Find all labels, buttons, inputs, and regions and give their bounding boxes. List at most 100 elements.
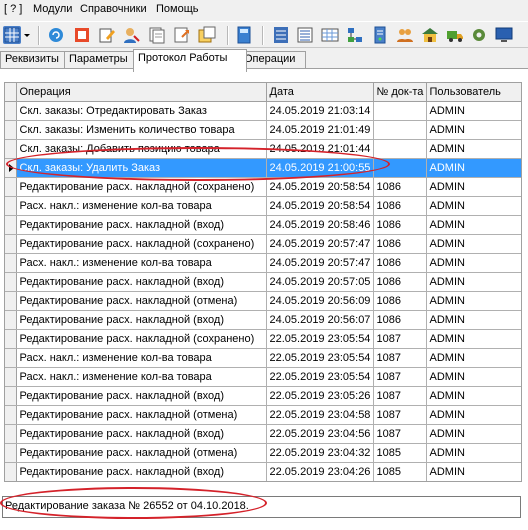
cell-operation: Редактирование расх. накладной (отмена) <box>16 443 267 463</box>
cell-doc-number: 1086 <box>373 291 427 311</box>
menu-modules[interactable]: Модули <box>33 3 72 15</box>
table-row[interactable]: Редактирование расх. накладной (вход) 24.… <box>5 272 521 292</box>
cell-doc-number: 1087 <box>373 367 427 387</box>
cell-operation: Расх. накл.: изменение кол-ва товара <box>16 348 267 368</box>
table-row[interactable]: Редактирование расх. накладной (вход) 22.… <box>5 386 521 406</box>
cell-doc-number: 1086 <box>373 272 427 292</box>
report-icon[interactable] <box>73 26 91 44</box>
row-indicator <box>5 215 17 235</box>
table-row[interactable]: Скл. заказы: Отредактировать Заказ 24.05.… <box>5 101 521 121</box>
tab-strip: Реквизиты Параметры Протокол Работы Опер… <box>0 49 528 72</box>
cell-date: 24.05.2019 20:57:47 <box>266 234 374 254</box>
work-log-grid[interactable]: Операция Дата № док-та Пользователь Скл.… <box>4 82 522 482</box>
cell-operation: Скл. заказы: Добавить позицию товара <box>16 139 267 159</box>
cell-doc-number <box>373 158 427 178</box>
cell-doc-number: 1087 <box>373 405 427 425</box>
users-icon[interactable] <box>396 26 414 44</box>
column-header-doc-number[interactable]: № док-та <box>373 83 427 102</box>
cell-doc-number: 1087 <box>373 348 427 368</box>
cell-date: 24.05.2019 20:56:07 <box>266 310 374 330</box>
table-row[interactable]: Редактирование расх. накладной (отмена) 2… <box>5 291 521 311</box>
table-row[interactable]: Редактирование расх. накладной (вход) 24.… <box>5 310 521 330</box>
table-row[interactable]: Расх. накл.: изменение кол-ва товара 22.0… <box>5 367 521 387</box>
server-icon[interactable] <box>371 26 389 44</box>
table-icon[interactable] <box>321 26 339 44</box>
cell-date: 24.05.2019 20:58:54 <box>266 196 374 216</box>
row-indicator <box>5 443 17 463</box>
cell-user: ADMIN <box>426 158 521 178</box>
cell-operation: Редактирование расх. накладной (вход) <box>16 462 267 481</box>
settings-icon[interactable] <box>470 26 488 44</box>
shop-icon[interactable] <box>421 26 439 44</box>
dropdown-arrow-icon[interactable] <box>22 26 32 44</box>
table-row[interactable]: Скл. заказы: Удалить Заказ 24.05.2019 21:… <box>5 158 521 178</box>
monitor-icon[interactable] <box>495 26 513 44</box>
refresh-icon[interactable] <box>47 26 65 44</box>
menu-directories[interactable]: Справочники <box>80 3 147 15</box>
cell-doc-number: 1085 <box>373 462 427 481</box>
row-indicator <box>5 101 17 121</box>
list-icon[interactable] <box>296 26 314 44</box>
table-row[interactable]: Редактирование расх. накладной (вход) 24.… <box>5 215 521 235</box>
register-icon[interactable] <box>272 26 290 44</box>
cell-date: 22.05.2019 23:05:54 <box>266 367 374 387</box>
table-row[interactable]: Редактирование расх. накладной (вход) 22.… <box>5 462 521 481</box>
cell-date: 24.05.2019 20:57:05 <box>266 272 374 292</box>
cell-date: 24.05.2019 21:00:55 <box>266 158 374 178</box>
cell-user: ADMIN <box>426 215 521 235</box>
cell-doc-number <box>373 101 427 121</box>
cell-operation: Редактирование расх. накладной (вход) <box>16 424 267 444</box>
cell-user: ADMIN <box>426 310 521 330</box>
table-row[interactable]: Редактирование расх. накладной (сохранен… <box>5 177 521 197</box>
cell-date: 22.05.2019 23:04:56 <box>266 424 374 444</box>
grid-icon[interactable] <box>3 26 21 44</box>
cell-doc-number: 1086 <box>373 177 427 197</box>
table-row[interactable]: Расх. накл.: изменение кол-ва товара 24.0… <box>5 253 521 273</box>
cell-operation: Редактирование расх. накладной (вход) <box>16 386 267 406</box>
table-row[interactable]: Расх. накл.: изменение кол-ва товара 22.0… <box>5 348 521 368</box>
user-icon[interactable] <box>122 26 140 44</box>
column-header-user[interactable]: Пользователь <box>426 83 521 102</box>
table-row[interactable]: Скл. заказы: Изменить количество товара 2… <box>5 120 521 140</box>
cell-user: ADMIN <box>426 405 521 425</box>
cell-date: 22.05.2019 22:54:20 <box>266 482 373 483</box>
network-icon[interactable] <box>346 26 364 44</box>
menu-help[interactable]: Помощь <box>156 3 199 15</box>
cell-date: 24.05.2019 20:58:54 <box>266 177 374 197</box>
edit-icon[interactable] <box>98 26 116 44</box>
row-indicator <box>5 462 17 481</box>
documents-icon[interactable] <box>148 26 166 44</box>
cell-user: ADMIN <box>426 291 521 311</box>
table-row[interactable]: Расх. накл.: изменение кол-ва товара 24.0… <box>5 196 521 216</box>
row-indicator <box>5 196 17 216</box>
cell-doc-number: 1086 <box>373 196 427 216</box>
truck-icon[interactable] <box>446 26 464 44</box>
table-row[interactable]: Редактирование расх. накладной (вход) 22.… <box>5 424 521 444</box>
row-indicator <box>5 120 17 140</box>
column-header-operation[interactable]: Операция <box>16 83 267 102</box>
cell-doc-number: 1087 <box>373 424 427 444</box>
row-indicator <box>5 405 17 425</box>
export-icon[interactable] <box>173 26 191 44</box>
menu-help-bracket[interactable]: [ ? ] <box>4 3 22 15</box>
cell-doc-number <box>373 120 427 140</box>
copy-icon[interactable] <box>198 26 216 44</box>
cell-operation: Редактирование расх. накладной (сохранен… <box>16 234 267 254</box>
table-row[interactable]: Редактирование расх. накладной (сохранен… <box>5 329 521 349</box>
table-row[interactable]: Редактирование расх. накладной (отмена) 2… <box>5 405 521 425</box>
row-indicator <box>5 272 17 292</box>
cell-doc-number: 1086 <box>373 310 427 330</box>
cell-user: ADMIN <box>426 367 521 387</box>
tab-work-log[interactable]: Протокол Работы <box>133 49 247 72</box>
calculator-icon[interactable] <box>235 26 253 44</box>
operation-details-field[interactable]: Редактирование заказа № 26552 от 04.10.2… <box>2 496 521 518</box>
cell-user: ADMIN <box>426 386 521 406</box>
column-header-date[interactable]: Дата <box>266 83 374 102</box>
table-row[interactable]: Удаление накладной22.05.2019 22:54:20107… <box>5 482 522 483</box>
table-row[interactable]: Редактирование расх. накладной (сохранен… <box>5 234 521 254</box>
current-row-arrow-icon <box>9 164 14 172</box>
table-row[interactable]: Редактирование расх. накладной (отмена) 2… <box>5 443 521 463</box>
row-indicator <box>5 177 17 197</box>
table-row[interactable]: Скл. заказы: Добавить позицию товара 24.0… <box>5 139 521 159</box>
cell-date: 22.05.2019 23:04:26 <box>266 462 374 481</box>
